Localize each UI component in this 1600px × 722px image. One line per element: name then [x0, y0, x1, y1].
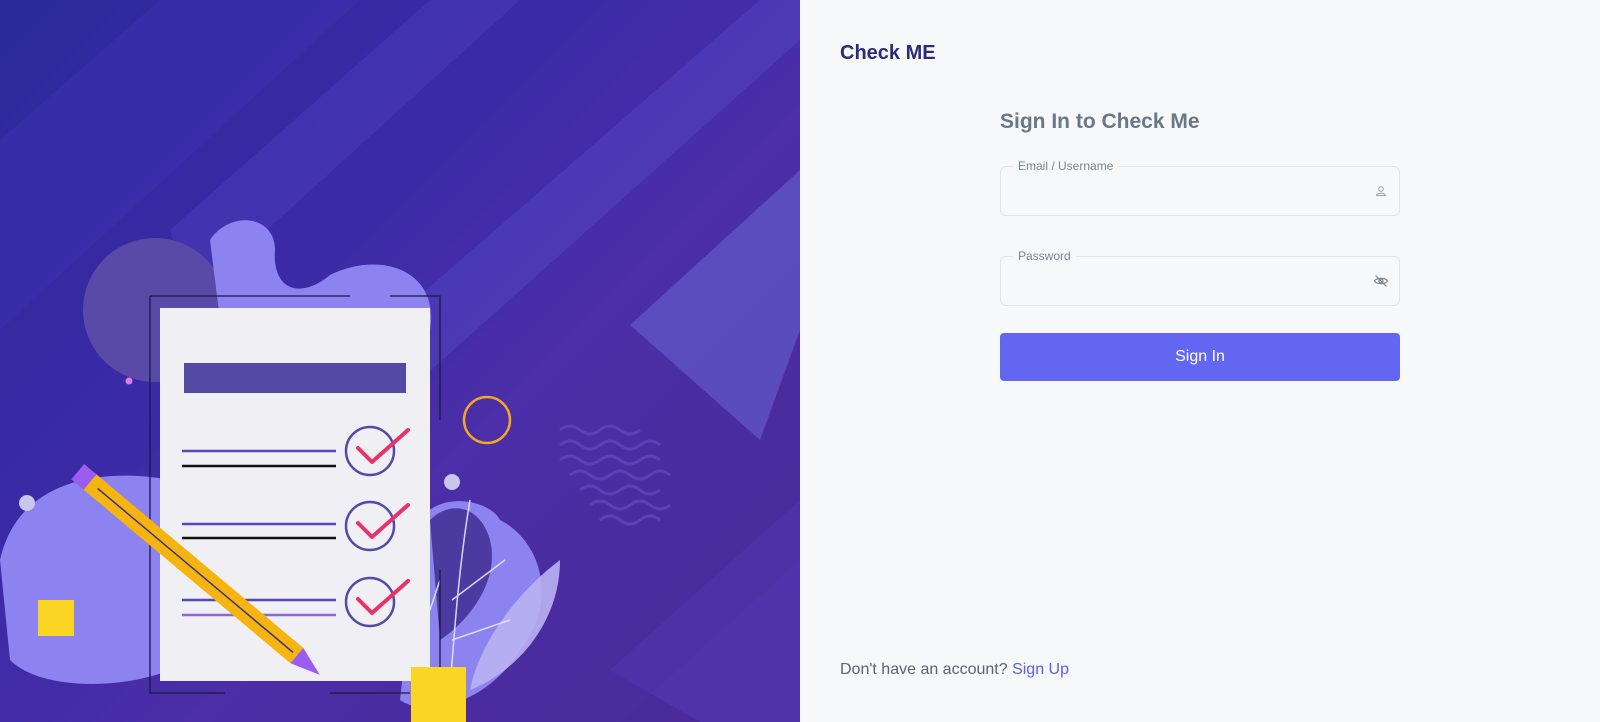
sign-in-form: Sign In to Check Me Email / Username Pas… — [1000, 110, 1400, 381]
sign-up-link[interactable]: Sign Up — [1012, 661, 1069, 678]
password-field-container: Password — [1000, 249, 1400, 306]
sign-in-panel: Check ME Sign In to Check Me Email / Use… — [800, 0, 1600, 722]
password-input[interactable] — [1001, 257, 1399, 305]
email-input[interactable] — [1001, 167, 1399, 215]
email-field-container: Email / Username — [1000, 159, 1400, 216]
user-icon — [1373, 183, 1389, 199]
checklist-illustration — [0, 0, 800, 722]
eye-off-icon[interactable] — [1373, 273, 1389, 289]
signup-prompt: Don't have an account? Sign Up — [840, 661, 1069, 679]
sign-in-button[interactable]: Sign In — [1000, 333, 1400, 381]
brand-logo[interactable]: Check ME — [840, 42, 936, 65]
signup-prompt-text: Don't have an account? — [840, 661, 1008, 678]
page-title: Sign In to Check Me — [1000, 110, 1200, 133]
hero-illustration-panel — [0, 0, 800, 722]
